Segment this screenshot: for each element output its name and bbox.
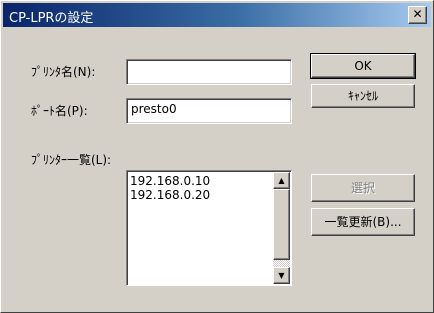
- printer-listbox[interactable]: 192.168.0.10 192.168.0.20 ▲ ▼: [126, 170, 292, 286]
- list-item[interactable]: 192.168.0.10: [130, 174, 210, 188]
- list-scrollbar[interactable]: ▲ ▼: [273, 172, 290, 284]
- port-name-input[interactable]: presto0: [126, 98, 292, 124]
- close-button[interactable]: ✕: [408, 6, 427, 24]
- close-icon: ✕: [412, 7, 423, 21]
- ok-button[interactable]: OK: [310, 53, 416, 79]
- cancel-button[interactable]: ｷｬﾝｾﾙ: [311, 84, 415, 108]
- port-name-label: ﾎﾟｰﾄ名(P):: [31, 104, 88, 118]
- window-title: CP-LPRの設定: [9, 11, 94, 26]
- arrow-down-icon: ▼: [278, 271, 285, 280]
- dialog-window: CP-LPRの設定 ✕ ﾌﾟﾘﾝﾀ名(N): ﾎﾟｰﾄ名(P): presto0…: [0, 0, 434, 313]
- refresh-list-button[interactable]: 一覧更新(B)...: [311, 208, 415, 236]
- printer-list-label: ﾌﾟﾘﾝﾀｰ一覧(L):: [31, 153, 112, 167]
- printer-name-input[interactable]: [126, 59, 292, 85]
- scroll-thumb[interactable]: [273, 189, 290, 260]
- title-bar[interactable]: CP-LPRの設定 ✕: [3, 3, 431, 27]
- scroll-up-button[interactable]: ▲: [273, 172, 290, 189]
- arrow-up-icon: ▲: [278, 176, 285, 185]
- scroll-down-button[interactable]: ▼: [273, 267, 290, 284]
- select-button[interactable]: 選択: [311, 174, 415, 202]
- printer-name-label: ﾌﾟﾘﾝﾀ名(N):: [31, 65, 96, 79]
- list-item[interactable]: 192.168.0.20: [130, 188, 210, 202]
